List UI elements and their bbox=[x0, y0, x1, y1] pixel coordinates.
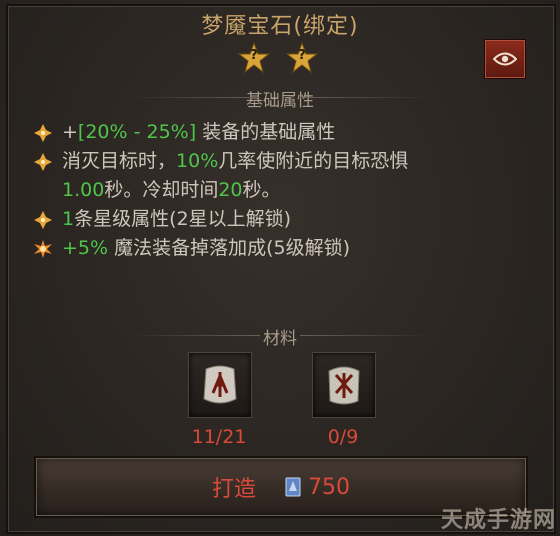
attribute-text: 消灭目标时， bbox=[62, 150, 177, 172]
attribute-text: 10% bbox=[176, 150, 219, 172]
star-slot-icon: ? bbox=[237, 41, 271, 74]
rune-ahn-icon bbox=[203, 365, 237, 404]
craft-cost: 750 bbox=[308, 474, 350, 500]
attribute-text: 秒。冷却时间 bbox=[104, 179, 219, 201]
rune-yax-count: 0/9 bbox=[327, 426, 359, 448]
divider bbox=[300, 335, 430, 336]
attribute-text: 1.00 bbox=[62, 179, 105, 201]
star-slots: ? ? bbox=[237, 41, 328, 74]
craft-label: 打造 bbox=[211, 477, 256, 502]
rune-yax-icon bbox=[328, 366, 360, 405]
star-slot-label: ? bbox=[250, 48, 258, 63]
attribute-text: +5% bbox=[62, 237, 109, 259]
diamond-bullet-icon bbox=[34, 124, 52, 142]
rune-yax-slot[interactable] bbox=[312, 352, 376, 418]
attribute-line: +[20% - 25%] 装备的基础属性 bbox=[34, 118, 534, 147]
divider bbox=[130, 97, 260, 98]
attribute-text: [20% - 25%] bbox=[77, 121, 197, 143]
shard-icon bbox=[285, 477, 301, 497]
base-stats-label: 基础属性 bbox=[246, 91, 314, 111]
star-slot-label: ? bbox=[298, 48, 306, 63]
item-title: 梦魇宝石(绑定) bbox=[201, 14, 359, 39]
attribute-text: 魔法装备掉落加成(5级解锁) bbox=[108, 237, 351, 259]
materials-header: 材料 bbox=[0, 324, 560, 349]
attribute-text: 20 bbox=[218, 179, 243, 201]
attribute-text: 装备的基础属性 bbox=[196, 121, 336, 143]
eye-icon bbox=[493, 52, 517, 66]
diamond-bullet-icon bbox=[34, 153, 52, 171]
divider bbox=[130, 335, 260, 336]
materials-label: 材料 bbox=[263, 329, 297, 349]
attribute-text: 秒。 bbox=[242, 179, 281, 201]
attribute-line: 1.00秒。冷却时间20秒。 bbox=[34, 176, 534, 205]
star-slot-icon: ? bbox=[285, 41, 319, 74]
attribute-list: +[20% - 25%] 装备的基础属性 消灭目标时，10%几率使附近的目标恐惧 1… bbox=[34, 118, 534, 263]
attribute-text: 条星级属性(2星以上解锁) bbox=[74, 208, 292, 230]
burst-bullet-icon bbox=[34, 240, 52, 258]
attribute-text: 1 bbox=[62, 208, 75, 230]
panel-frame bbox=[6, 4, 556, 534]
watermark-text: 天成手游网 bbox=[440, 508, 556, 533]
materials-list: 11/21 0/9 bbox=[186, 352, 386, 452]
base-stats-header: 基础属性 bbox=[0, 86, 560, 111]
attribute-line: +5% 魔法装备掉落加成(5级解锁) bbox=[34, 234, 534, 263]
attribute-line: 1条星级属性(2星以上解锁) bbox=[34, 205, 534, 234]
rune-ahn-slot[interactable] bbox=[188, 352, 252, 418]
attribute-line: 消灭目标时，10%几率使附近的目标恐惧 bbox=[34, 147, 534, 176]
attribute-text: 几率使附近的目标恐惧 bbox=[218, 150, 409, 172]
diamond-bullet-icon bbox=[34, 211, 52, 229]
divider bbox=[300, 97, 430, 98]
rune-ahn-count: 11/21 bbox=[191, 426, 247, 448]
gem-tooltip-panel: 梦魇宝石(绑定) ? ? 基础属性 +[20% - 25%] 装备的基础属性 消灭… bbox=[0, 0, 560, 536]
inspect-button[interactable] bbox=[485, 40, 525, 78]
attribute-text: + bbox=[62, 121, 78, 143]
